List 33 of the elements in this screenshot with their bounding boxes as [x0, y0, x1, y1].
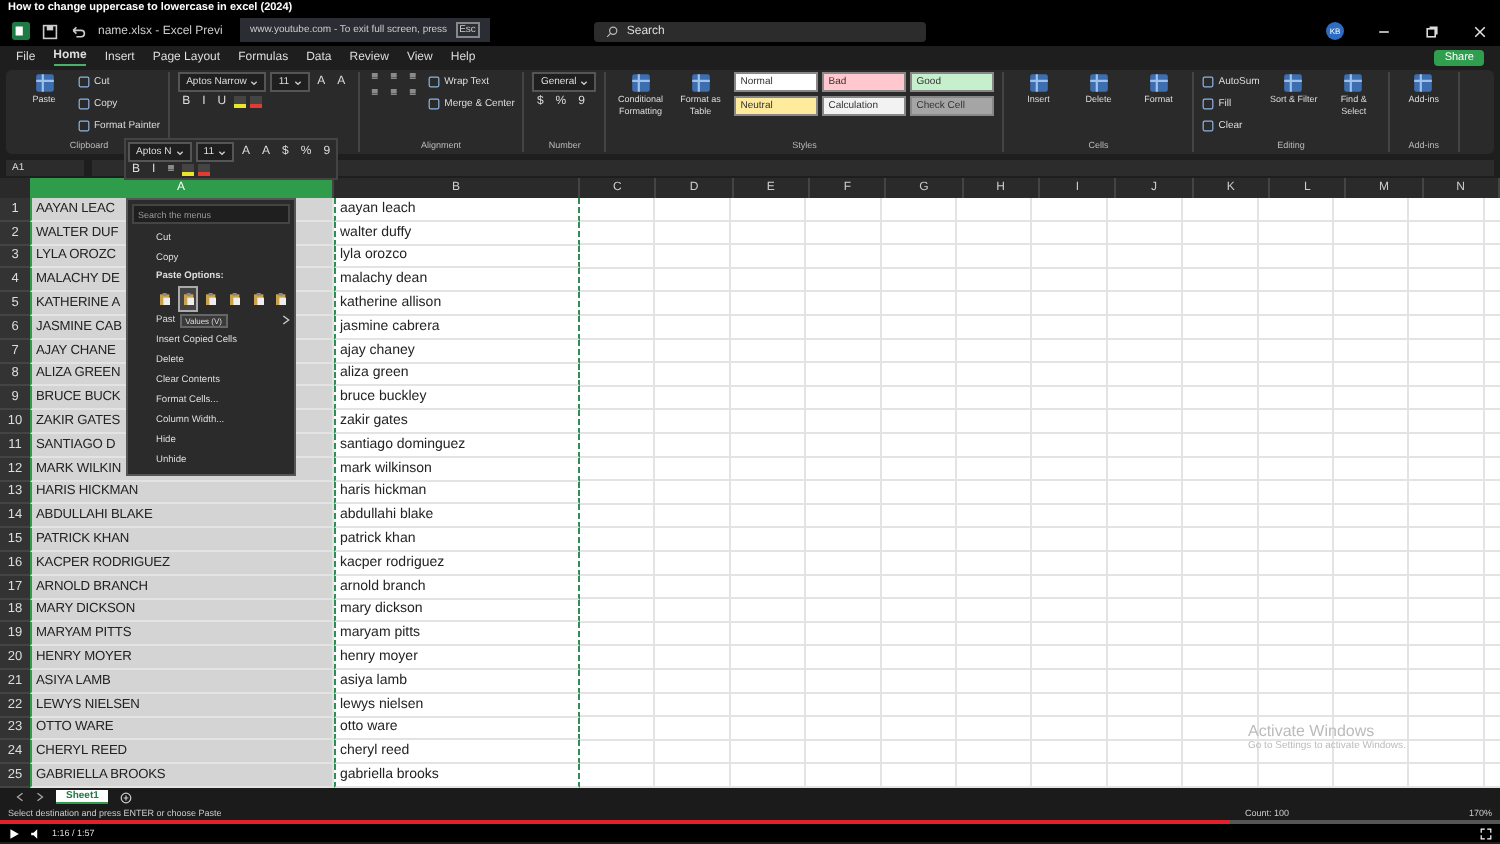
search-icon: [606, 25, 619, 37]
activation-notice: Activate Windows: [1248, 722, 1377, 740]
tool-icon: [1087, 72, 1110, 94]
chevron-left-icon[interactable]: [16, 792, 24, 802]
tool-icon: [1412, 72, 1435, 94]
clipboard-icon[interactable]: [156, 287, 174, 309]
spreadsheet-logo-icon: [12, 22, 30, 40]
tool-icon: [1027, 72, 1050, 94]
tool-icon: [1282, 72, 1305, 94]
add-sheet-icon[interactable]: [120, 791, 133, 803]
tool-icon: [33, 72, 55, 94]
clipboard-icon[interactable]: [249, 287, 267, 309]
tool-icon: [1342, 72, 1365, 94]
clipboard-icon[interactable]: [202, 287, 221, 309]
clipboard-icon[interactable]: [272, 287, 291, 309]
tool-icon: [629, 72, 652, 94]
fullscreen-icon[interactable]: [1480, 827, 1492, 839]
tool-icon: [689, 72, 712, 94]
save-icon[interactable]: [42, 23, 58, 39]
clipboard-icon[interactable]: [179, 287, 197, 309]
caret-icon: [218, 149, 226, 155]
restore-icon[interactable]: [1424, 23, 1440, 39]
close-icon[interactable]: [1472, 23, 1488, 39]
chevron-right-icon[interactable]: [36, 792, 44, 802]
caret-icon: [175, 149, 184, 155]
caret-icon: [293, 79, 302, 85]
undo-icon[interactable]: [70, 23, 86, 39]
color-picker-icon[interactable]: [198, 164, 211, 176]
caret-icon: [250, 79, 259, 85]
caret-icon: [580, 79, 589, 85]
tool-icon: [1147, 72, 1170, 94]
clipboard-icon[interactable]: [226, 287, 244, 309]
color-picker-icon[interactable]: [250, 96, 263, 108]
